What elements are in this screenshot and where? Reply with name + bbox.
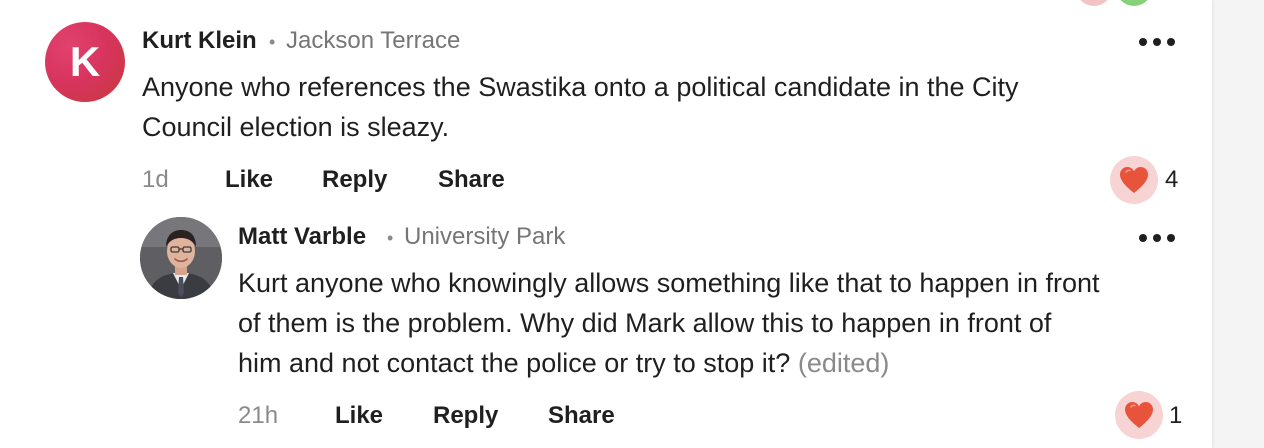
- reply-button[interactable]: Reply: [433, 402, 498, 430]
- reply-timestamp[interactable]: 21h: [238, 402, 278, 430]
- dot: [1153, 234, 1161, 242]
- heart-icon: [1120, 167, 1148, 193]
- avatar[interactable]: [140, 217, 222, 299]
- reply-body: Kurt anyone who knowingly allows somethi…: [238, 263, 1198, 383]
- reaction-count: 1: [1169, 402, 1183, 429]
- reaction-count: 4: [1165, 166, 1179, 193]
- more-options-icon[interactable]: [1139, 36, 1175, 48]
- dot: [1139, 234, 1147, 242]
- profile-photo: [140, 217, 222, 299]
- share-button[interactable]: Share: [548, 402, 615, 430]
- separator-dot: •: [387, 228, 394, 248]
- reply-text-line: him and not contact the police or try to…: [238, 343, 1198, 383]
- dot: [1153, 38, 1161, 46]
- reply-location[interactable]: University Park: [404, 223, 565, 251]
- reply-author[interactable]: Matt Varble: [238, 223, 366, 251]
- dot: [1139, 38, 1147, 46]
- edited-label: (edited): [797, 348, 890, 378]
- comment-card: K Kurt Klein • Jackson Terrace Anyone wh…: [0, 0, 1212, 448]
- reply-button[interactable]: Reply: [322, 166, 387, 194]
- comment-location[interactable]: Jackson Terrace: [286, 27, 460, 55]
- comment-timestamp[interactable]: 1d: [142, 166, 169, 194]
- share-button[interactable]: Share: [438, 166, 505, 194]
- dot: [1167, 234, 1175, 242]
- reply-text-line: Kurt anyone who knowingly allows somethi…: [238, 268, 1100, 298]
- reaction-bubble: [1076, 0, 1112, 6]
- previous-reactions: [1076, 0, 1166, 6]
- reaction-button[interactable]: [1110, 156, 1158, 204]
- dot: [1167, 38, 1175, 46]
- reaction-bubble: [1116, 0, 1152, 6]
- heart-icon: [1125, 402, 1153, 428]
- comment-author[interactable]: Kurt Klein: [142, 27, 257, 55]
- comment-text-line: Anyone who references the Swastika onto …: [142, 72, 1019, 102]
- like-button[interactable]: Like: [335, 402, 383, 430]
- like-button[interactable]: Like: [225, 166, 273, 194]
- reply-text-fragment: him and not contact the police or try to…: [238, 348, 791, 378]
- separator-dot: •: [269, 32, 276, 52]
- more-options-icon[interactable]: [1139, 232, 1175, 244]
- comment-text-line: Council election is sleazy.: [142, 112, 450, 142]
- reaction-button[interactable]: [1115, 391, 1163, 439]
- avatar[interactable]: K: [45, 22, 125, 102]
- reply-text-line: of them is the problem. Why did Mark all…: [238, 308, 1052, 338]
- comment-body: Anyone who references the Swastika onto …: [142, 67, 1182, 147]
